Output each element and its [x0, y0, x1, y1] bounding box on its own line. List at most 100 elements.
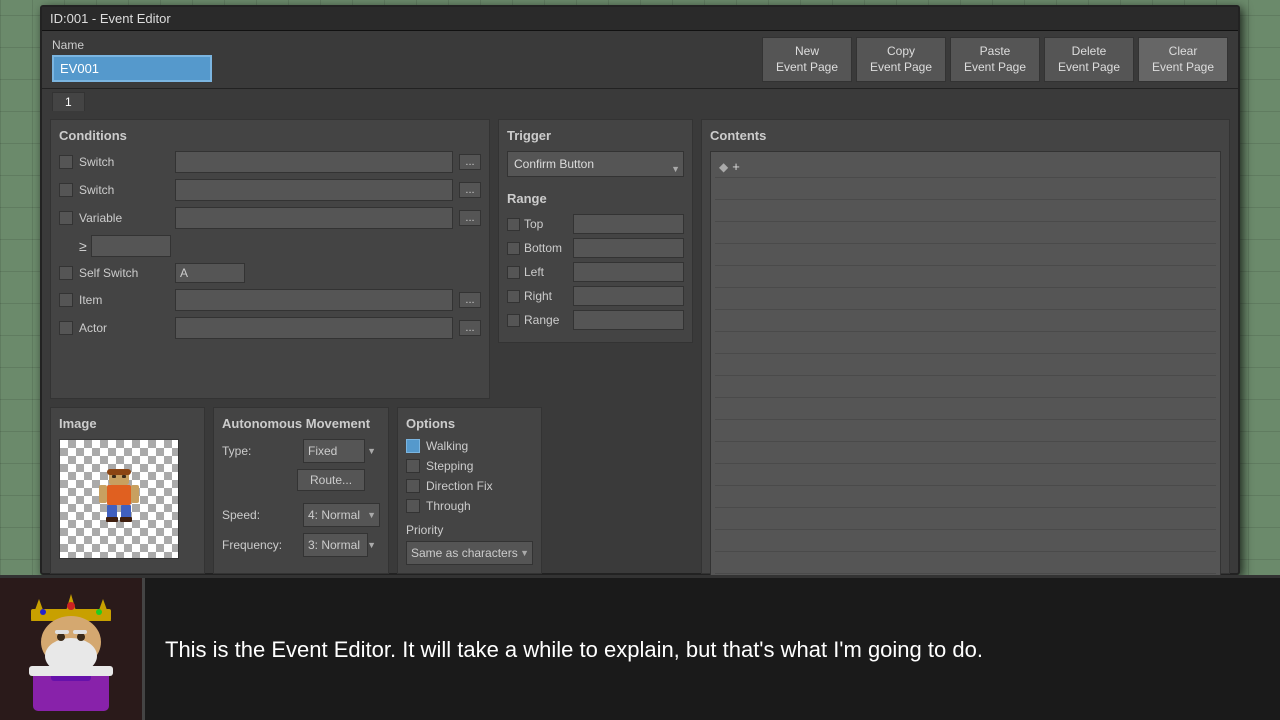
- range-range-select[interactable]: [573, 310, 684, 330]
- item-checkbox[interactable]: [59, 293, 73, 307]
- self-switch-select[interactable]: A B C D: [175, 263, 245, 283]
- speed-select[interactable]: 1: x8 Slower 2: x4 Slower 3: x2 Slower 4…: [303, 503, 380, 527]
- range-top-checkbox[interactable]: [507, 218, 520, 231]
- copy-event-page-button[interactable]: CopyEvent Page: [856, 37, 946, 82]
- autonomous-movement-panel: Autonomous Movement Type: Fixed Random A…: [213, 407, 389, 574]
- image-panel: Image: [50, 407, 205, 574]
- condition-item-row: Item ...: [59, 289, 481, 311]
- variable-value-input[interactable]: [91, 235, 171, 257]
- actor-dots-button[interactable]: ...: [459, 320, 481, 336]
- switch2-input[interactable]: [175, 179, 453, 201]
- contents-title: Contents: [710, 128, 1221, 143]
- clear-event-page-button[interactable]: ClearEvent Page: [1138, 37, 1228, 82]
- frequency-label: Frequency:: [222, 538, 297, 552]
- range-range-checkbox[interactable]: [507, 314, 520, 327]
- contents-row-10: [715, 354, 1216, 376]
- trigger-panel: Trigger Confirm Button Touch Event Touch…: [498, 119, 693, 343]
- range-bottom-checkbox[interactable]: [507, 242, 520, 255]
- switch2-label: Switch: [79, 183, 169, 197]
- image-title: Image: [59, 416, 196, 431]
- diamond-icon: ◆: [719, 160, 728, 174]
- condition-actor-row: Actor ...: [59, 317, 481, 339]
- new-event-page-button[interactable]: NewEvent Page: [762, 37, 852, 82]
- range-bottom-row: Bottom: [507, 238, 684, 258]
- conditions-title: Conditions: [59, 128, 481, 143]
- dialog-avatar: [0, 578, 145, 720]
- contents-panel: Contents ◆ +: [701, 119, 1230, 574]
- delete-event-page-button[interactable]: DeleteEvent Page: [1044, 37, 1134, 82]
- through-checkbox[interactable]: [406, 499, 420, 513]
- item-input[interactable]: [175, 289, 453, 311]
- range-left-checkbox[interactable]: [507, 266, 520, 279]
- stepping-checkbox[interactable]: [406, 459, 420, 473]
- contents-row-12: [715, 398, 1216, 420]
- dialog-text: This is the Event Editor. It will take a…: [145, 578, 1280, 720]
- walking-label: Walking: [426, 439, 468, 453]
- trigger-select[interactable]: Confirm Button Touch Event Touch Auto Ru…: [507, 151, 684, 177]
- contents-row-19: [715, 552, 1216, 574]
- contents-row-9: [715, 332, 1216, 354]
- variable-label: Variable: [79, 211, 169, 225]
- trigger-range-column: Trigger Confirm Button Touch Event Touch…: [498, 119, 693, 574]
- left-column: Conditions Switch ... Switch ...: [50, 119, 490, 574]
- route-button[interactable]: Route...: [297, 469, 365, 491]
- condition-switch1-row: Switch ...: [59, 151, 481, 173]
- range-top-select[interactable]: [573, 214, 684, 234]
- ge-symbol: ≥: [79, 238, 87, 254]
- variable-checkbox[interactable]: [59, 211, 73, 225]
- contents-first-row: ◆ +: [715, 156, 1216, 178]
- condition-switch2-row: Switch ...: [59, 179, 481, 201]
- contents-area[interactable]: ◆ +: [710, 151, 1221, 601]
- self-switch-checkbox[interactable]: [59, 266, 73, 280]
- character-image[interactable]: [59, 439, 179, 559]
- priority-select[interactable]: Below characters Same as characters Abov…: [406, 541, 533, 565]
- switch1-checkbox[interactable]: [59, 155, 73, 169]
- bottom-panels: Image: [50, 407, 490, 574]
- direction-fix-checkbox[interactable]: [406, 479, 420, 493]
- range-left-select[interactable]: [573, 262, 684, 282]
- item-dots-button[interactable]: ...: [459, 292, 481, 308]
- king-svg: [11, 584, 131, 714]
- switch1-input[interactable]: [175, 151, 453, 173]
- contents-row-14: [715, 442, 1216, 464]
- window-title: ID:001 - Event Editor: [50, 11, 171, 26]
- contents-row-2: [715, 178, 1216, 200]
- contents-row-11: [715, 376, 1216, 398]
- dialog-message: This is the Event Editor. It will take a…: [165, 633, 983, 666]
- contents-row-5: [715, 244, 1216, 266]
- variable-input[interactable]: [175, 207, 453, 229]
- range-bottom-label: Bottom: [524, 241, 569, 255]
- range-left-label: Left: [524, 265, 569, 279]
- range-left-row: Left: [507, 262, 684, 282]
- range-top-row: Top: [507, 214, 684, 234]
- paste-event-page-button[interactable]: PasteEvent Page: [950, 37, 1040, 82]
- range-top-label: Top: [524, 217, 569, 231]
- self-switch-label: Self Switch: [79, 266, 169, 280]
- switch2-dots-button[interactable]: ...: [459, 182, 481, 198]
- name-section: Name: [52, 38, 212, 82]
- actor-checkbox[interactable]: [59, 321, 73, 335]
- switch1-dots-button[interactable]: ...: [459, 154, 481, 170]
- variable-dots-button[interactable]: ...: [459, 210, 481, 226]
- condition-self-switch-row: Self Switch A B C D: [59, 263, 481, 283]
- switch2-checkbox[interactable]: [59, 183, 73, 197]
- name-label: Name: [52, 38, 212, 52]
- contents-row-18: [715, 530, 1216, 552]
- walking-checkbox[interactable]: [406, 439, 420, 453]
- type-select[interactable]: Fixed Random Approach Custom: [303, 439, 365, 463]
- contents-row-7: [715, 288, 1216, 310]
- range-right-select[interactable]: [573, 286, 684, 306]
- toolbar: Name NewEvent Page CopyEvent Page PasteE…: [42, 31, 1238, 89]
- event-name-input[interactable]: [52, 55, 212, 82]
- actor-input[interactable]: [175, 317, 453, 339]
- switch1-label: Switch: [79, 155, 169, 169]
- range-bottom-select[interactable]: [573, 238, 684, 258]
- frequency-select[interactable]: 1: Lowest 2: Lower 3: Normal 4: Higher 5…: [303, 533, 368, 557]
- tabs-area: 1: [42, 89, 1238, 111]
- editor-window: ID:001 - Event Editor Name NewEvent Page…: [40, 5, 1240, 575]
- tab-1[interactable]: 1: [52, 92, 85, 111]
- variable-extra-row: ≥: [79, 235, 481, 257]
- title-bar: ID:001 - Event Editor: [42, 7, 1238, 31]
- item-label: Item: [79, 293, 169, 307]
- range-right-checkbox[interactable]: [507, 290, 520, 303]
